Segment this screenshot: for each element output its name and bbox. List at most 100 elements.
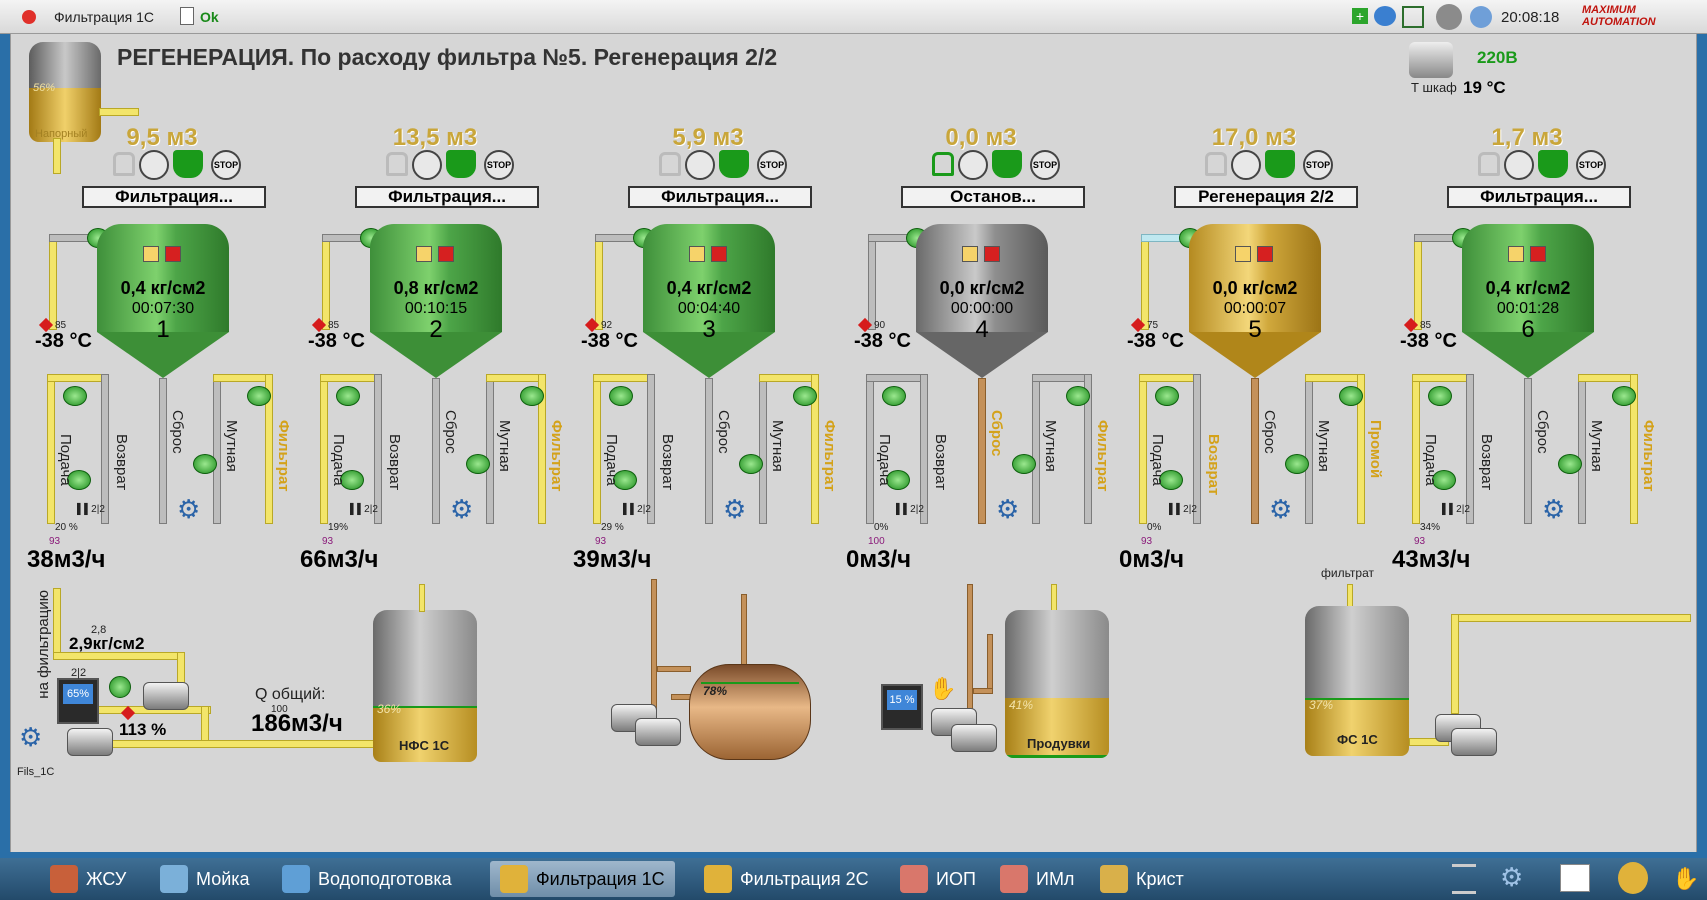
purge-tank[interactable]: 41% Продувки xyxy=(1005,610,1109,758)
valve-auto-icon[interactable] xyxy=(247,386,271,406)
settings-gear-icon[interactable]: ⚙ xyxy=(996,496,1019,522)
cup-icon[interactable] xyxy=(719,150,749,178)
valve-auto-icon[interactable] xyxy=(466,454,490,474)
valve-auto-icon[interactable] xyxy=(609,386,633,406)
pump-panel[interactable]: 65% xyxy=(57,678,99,724)
valve-auto-icon[interactable] xyxy=(520,386,544,406)
timer-icon[interactable] xyxy=(1504,150,1534,180)
valve-auto-icon[interactable] xyxy=(1012,454,1036,474)
fs-tank[interactable]: 37% ФС 1С xyxy=(1305,606,1409,756)
settings-gear-icon[interactable]: ⚙ xyxy=(177,496,200,522)
pump[interactable] xyxy=(951,724,997,752)
cup-icon[interactable] xyxy=(173,150,203,178)
valve-auto-icon[interactable] xyxy=(1066,386,1090,406)
lock-icon[interactable] xyxy=(386,152,408,176)
cup-icon[interactable] xyxy=(992,150,1022,178)
cup-icon[interactable] xyxy=(1538,150,1568,178)
valve-auto-icon[interactable] xyxy=(63,386,87,406)
settings-gear-icon[interactable]: ⚙ xyxy=(723,496,746,522)
valve-auto-icon[interactable] xyxy=(1339,386,1363,406)
settings-gear-icon[interactable]: ⚙ xyxy=(1542,496,1565,522)
pause-button[interactable] xyxy=(143,246,159,262)
taskbar-item[interactable]: ЖСУ xyxy=(40,861,136,897)
pump[interactable] xyxy=(67,728,113,756)
pump[interactable] xyxy=(635,718,681,746)
manual-mode-icon[interactable]: ✋ xyxy=(929,676,956,702)
lock-icon[interactable] xyxy=(1205,152,1227,176)
taskbar-item[interactable]: Водоподготовка xyxy=(272,861,462,897)
valve-auto-icon[interactable] xyxy=(193,454,217,474)
stop-icon[interactable]: STOP xyxy=(211,150,241,180)
network-icon[interactable] xyxy=(1402,6,1424,28)
taskbar-item[interactable]: Фильтрация 1С xyxy=(490,861,675,897)
valve-auto-icon[interactable] xyxy=(1428,386,1452,406)
valve-auto-icon[interactable] xyxy=(336,386,360,406)
engineer-icon[interactable] xyxy=(1618,862,1648,894)
pause-button[interactable] xyxy=(1508,246,1524,262)
pause-button[interactable] xyxy=(962,246,978,262)
settings-gear-icon[interactable]: ⚙ xyxy=(19,724,42,750)
filter-status[interactable]: Фильтрация... xyxy=(1447,186,1631,208)
filter-status[interactable]: Фильтрация... xyxy=(82,186,266,208)
filter-status[interactable]: Регенерация 2/2 xyxy=(1174,186,1358,208)
valve-auto-icon[interactable] xyxy=(793,386,817,406)
cup-icon[interactable] xyxy=(446,150,476,178)
settings-icon[interactable]: ⚙ xyxy=(1500,864,1523,890)
trend-icon[interactable] xyxy=(1560,864,1590,892)
timer-icon[interactable] xyxy=(412,150,442,180)
valve-auto-icon[interactable] xyxy=(1285,454,1309,474)
pause-button[interactable] xyxy=(689,246,705,262)
stop-icon[interactable]: STOP xyxy=(757,150,787,180)
stop-button[interactable] xyxy=(165,246,181,262)
settings-gear-icon[interactable]: ⚙ xyxy=(1269,496,1292,522)
taskbar-item[interactable]: Фильтрация 2С xyxy=(694,861,879,897)
valve-auto-icon[interactable] xyxy=(739,454,763,474)
filter-status[interactable]: Фильтрация... xyxy=(355,186,539,208)
drum-tank[interactable] xyxy=(689,664,811,760)
settings-gear-icon[interactable]: ⚙ xyxy=(450,496,473,522)
stop-icon[interactable]: STOP xyxy=(1030,150,1060,180)
cup-icon[interactable] xyxy=(1265,150,1295,178)
stop-button[interactable] xyxy=(1257,246,1273,262)
lock-icon[interactable] xyxy=(932,152,954,176)
taskbar-item[interactable]: ИОП xyxy=(890,861,986,897)
stop-button[interactable] xyxy=(984,246,1000,262)
purge-panel[interactable]: 15 % xyxy=(881,684,923,730)
auto-mode-icon[interactable] xyxy=(109,676,131,698)
chat-icon[interactable] xyxy=(1374,6,1396,26)
menu-icon[interactable] xyxy=(1452,864,1476,894)
lock-icon[interactable] xyxy=(659,152,681,176)
nfs-tank[interactable]: 36% НФС 1С xyxy=(373,610,477,762)
filter-status[interactable]: Останов... xyxy=(901,186,1085,208)
timer-icon[interactable] xyxy=(685,150,715,180)
stop-icon[interactable]: STOP xyxy=(1303,150,1333,180)
pause-button[interactable] xyxy=(1235,246,1251,262)
valve-auto-icon[interactable] xyxy=(1155,386,1179,406)
stop-icon[interactable]: STOP xyxy=(1576,150,1606,180)
filter-status[interactable]: Фильтрация... xyxy=(628,186,812,208)
compressor-icon[interactable] xyxy=(1409,42,1453,78)
timer-icon[interactable] xyxy=(1231,150,1261,180)
hand-icon[interactable]: ✋ xyxy=(1672,866,1699,892)
valve-auto-icon[interactable] xyxy=(1558,454,1582,474)
pump[interactable] xyxy=(143,682,189,710)
valve-auto-icon[interactable] xyxy=(1612,386,1636,406)
stop-icon[interactable]: STOP xyxy=(484,150,514,180)
telegram-icon[interactable] xyxy=(1470,6,1492,28)
lock-icon[interactable] xyxy=(113,152,135,176)
stop-button[interactable] xyxy=(711,246,727,262)
report-icon[interactable] xyxy=(180,7,194,25)
close-icon[interactable] xyxy=(22,10,36,24)
timer-icon[interactable] xyxy=(958,150,988,180)
operator-icon[interactable] xyxy=(1436,4,1462,30)
add-icon[interactable]: + xyxy=(1352,8,1368,24)
pump[interactable] xyxy=(1451,728,1497,756)
taskbar-item[interactable]: Мойка xyxy=(150,861,260,897)
taskbar-item[interactable]: ИМл xyxy=(990,861,1084,897)
taskbar-item[interactable]: Крист xyxy=(1090,861,1194,897)
lock-icon[interactable] xyxy=(1478,152,1500,176)
stop-button[interactable] xyxy=(438,246,454,262)
valve-auto-icon[interactable] xyxy=(882,386,906,406)
pause-button[interactable] xyxy=(416,246,432,262)
stop-button[interactable] xyxy=(1530,246,1546,262)
